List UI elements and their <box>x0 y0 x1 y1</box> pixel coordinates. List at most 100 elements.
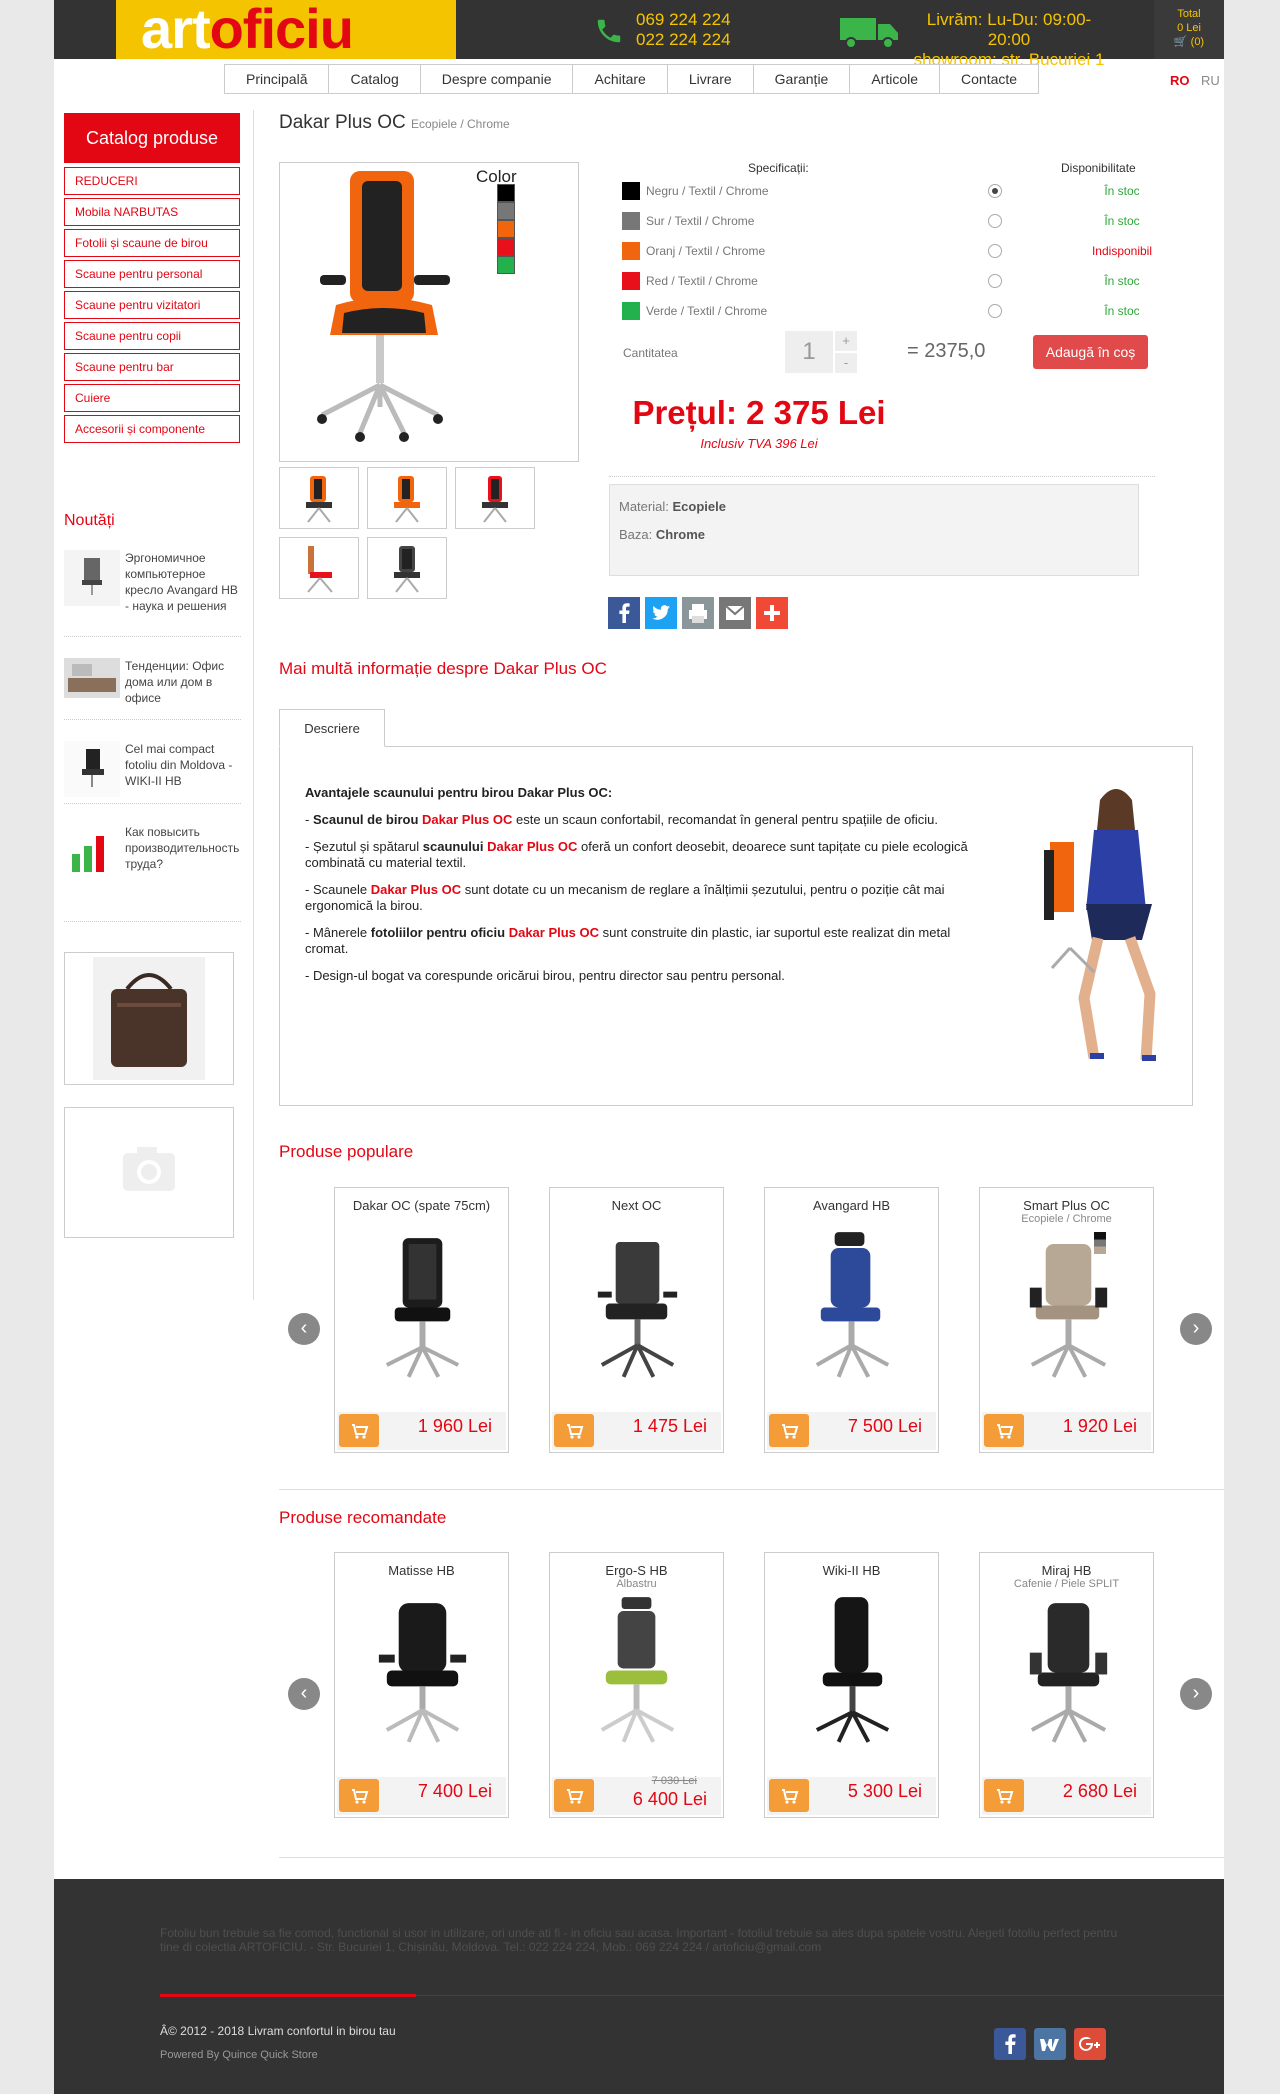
sidebar-item-bar[interactable]: Scaune pentru bar <box>64 353 240 381</box>
variant-radio[interactable] <box>988 214 1002 228</box>
ad-banner-placeholder[interactable] <box>64 1107 234 1238</box>
sidebar-item-vizitatori[interactable]: Scaune pentru vizitatori <box>64 291 240 319</box>
product-card-name[interactable]: Matisse HB <box>335 1563 508 1578</box>
nav-articole[interactable]: Articole <box>850 65 941 93</box>
more-share-icon[interactable] <box>756 597 788 629</box>
add-to-cart-icon-button[interactable] <box>984 1414 1024 1447</box>
product-link[interactable]: Dakar Plus OC <box>487 839 577 854</box>
phone-1[interactable]: 069 224 224 <box>636 10 731 30</box>
vk-icon[interactable] <box>1034 2028 1066 2060</box>
nav-catalog[interactable]: Catalog <box>329 65 421 93</box>
news-item[interactable]: Тенденции: Офис дома или дом в офисе <box>64 658 241 720</box>
product-card-image[interactable] <box>580 1593 695 1748</box>
add-to-cart-icon-button[interactable] <box>769 1779 809 1812</box>
sidebar-item-reduceri[interactable]: REDUCERI <box>64 167 240 195</box>
print-icon[interactable] <box>682 597 714 629</box>
product-card-name[interactable]: Next OC <box>550 1198 723 1213</box>
thumbnail-3[interactable] <box>455 467 535 529</box>
variant-row[interactable]: Sur / Textil / Chrome În stoc <box>622 212 1140 236</box>
header-cart[interactable]: Total 0 Lei 🛒 (0) <box>1154 0 1224 59</box>
recommended-next-arrow[interactable]: › <box>1180 1678 1212 1710</box>
product-card-name[interactable]: Dakar OC (spate 75cm) <box>335 1198 508 1213</box>
phone-2[interactable]: 022 224 224 <box>636 30 731 50</box>
nav-livrare[interactable]: Livrare <box>667 65 754 93</box>
variant-radio[interactable] <box>988 304 1002 318</box>
quantity-plus-button[interactable]: + <box>835 331 857 351</box>
thumbnail-4[interactable] <box>279 537 359 599</box>
lang-ro[interactable]: RO <box>1170 73 1190 88</box>
add-to-cart-icon-button[interactable] <box>339 1779 379 1812</box>
product-card-name[interactable]: Wiki-II HB <box>765 1563 938 1578</box>
nav-achitare[interactable]: Achitare <box>573 65 668 93</box>
quantity-input[interactable]: 1 <box>785 331 833 373</box>
facebook-icon[interactable] <box>994 2028 1026 2060</box>
news-item[interactable]: Эргономичное компьютерное кресло Avangar… <box>64 550 241 637</box>
product-link[interactable]: Dakar Plus OC <box>371 882 461 897</box>
powered-by[interactable]: Powered By Quince Quick Store <box>160 2049 318 2061</box>
variant-radio[interactable] <box>988 184 1002 198</box>
add-to-cart-icon-button[interactable] <box>339 1414 379 1447</box>
recommended-prev-arrow[interactable]: ‹ <box>288 1678 320 1710</box>
add-to-cart-icon-button[interactable] <box>554 1414 594 1447</box>
lang-ru[interactable]: RU <box>1201 73 1220 88</box>
product-card-image[interactable] <box>580 1228 695 1383</box>
product-card[interactable]: Wiki-II HB 5 300 Lei <box>764 1552 939 1818</box>
variant-radio[interactable] <box>988 244 1002 258</box>
product-card-image[interactable] <box>795 1228 910 1383</box>
product-card-image[interactable] <box>1010 1593 1125 1748</box>
product-card[interactable]: Avangard HB 7 500 Lei <box>764 1187 939 1453</box>
news-item[interactable]: Как повысить производительность труда? <box>64 824 241 922</box>
twitter-share-icon[interactable] <box>645 597 677 629</box>
product-card-name[interactable]: Smart Plus OC <box>980 1198 1153 1213</box>
product-card-image[interactable] <box>1010 1228 1125 1383</box>
nav-contacte[interactable]: Contacte <box>940 65 1039 93</box>
nav-despre[interactable]: Despre companie <box>420 65 574 93</box>
product-main-image[interactable]: Color <box>279 162 579 462</box>
logo[interactable]: artoficiu <box>116 0 456 60</box>
variant-row[interactable]: Negru / Textil / Chrome În stoc <box>622 182 1140 206</box>
variant-row[interactable]: Oranj / Textil / Chrome Indisponibil <box>622 242 1152 266</box>
sidebar-item-accesorii[interactable]: Accesorii și componente <box>64 415 240 443</box>
quantity-minus-button[interactable]: - <box>835 353 857 373</box>
product-card[interactable]: Ergo-S HB Albastru 7 030 Lei 6 400 Lei <box>549 1552 724 1818</box>
google-plus-icon[interactable] <box>1074 2028 1106 2060</box>
ad-banner-bag[interactable] <box>64 952 234 1085</box>
add-to-cart-icon-button[interactable] <box>554 1779 594 1812</box>
variant-row[interactable]: Red / Textil / Chrome În stoc <box>622 272 1140 296</box>
thumbnail-2[interactable] <box>367 467 447 529</box>
product-link[interactable]: Dakar Plus OC <box>422 812 512 827</box>
product-card-name[interactable]: Avangard HB <box>765 1198 938 1213</box>
product-card-image[interactable] <box>365 1593 480 1748</box>
product-card[interactable]: Miraj HB Cafenie / Piele SPLIT 2 680 Lei <box>979 1552 1154 1818</box>
sidebar-item-fotolii[interactable]: Fotolii și scaune de birou <box>64 229 240 257</box>
product-card-name[interactable]: Miraj HB <box>980 1563 1153 1578</box>
product-card-name[interactable]: Ergo-S HB <box>550 1563 723 1578</box>
thumbnail-1[interactable] <box>279 467 359 529</box>
popular-next-arrow[interactable]: › <box>1180 1313 1212 1345</box>
product-link[interactable]: Dakar Plus OC <box>509 925 599 940</box>
sidebar-item-narbutas[interactable]: Mobila NARBUTAS <box>64 198 240 226</box>
product-card-image[interactable] <box>365 1228 480 1383</box>
add-to-cart-icon-button[interactable] <box>769 1414 809 1447</box>
add-to-cart-icon-button[interactable] <box>984 1779 1024 1812</box>
sidebar-item-cuiere[interactable]: Cuiere <box>64 384 240 412</box>
variant-radio[interactable] <box>988 274 1002 288</box>
product-card[interactable]: Next OC 1 475 Lei <box>549 1187 724 1453</box>
sidebar-item-personal[interactable]: Scaune pentru personal <box>64 260 240 288</box>
sidebar-item-copii[interactable]: Scaune pentru copii <box>64 322 240 350</box>
thumbnail-5[interactable] <box>367 537 447 599</box>
product-card[interactable]: Dakar OC (spate 75cm) 1 960 Lei <box>334 1187 509 1453</box>
product-card[interactable]: Smart Plus OC Ecopiele / Chrome 1 920 Lei <box>979 1187 1154 1453</box>
popular-prev-arrow[interactable]: ‹ <box>288 1313 320 1345</box>
nav-principala[interactable]: Principală <box>225 65 330 93</box>
facebook-share-icon[interactable] <box>608 597 640 629</box>
variant-row[interactable]: Verde / Textil / Chrome În stoc <box>622 302 1140 326</box>
tab-descriere[interactable]: Descriere <box>279 709 385 747</box>
email-share-icon[interactable] <box>719 597 751 629</box>
news-item[interactable]: Cel mai compact fotoliu din Moldova - WI… <box>64 741 241 804</box>
product-card[interactable]: Matisse HB 7 400 Lei <box>334 1552 509 1818</box>
add-to-cart-button[interactable]: Adaugă în coș <box>1033 335 1148 369</box>
product-card-image[interactable] <box>795 1593 910 1748</box>
description-paragraph: - Mânerele fotoliilor pentru oficiu Daka… <box>305 925 970 957</box>
nav-garantie[interactable]: Garanție <box>753 65 851 93</box>
